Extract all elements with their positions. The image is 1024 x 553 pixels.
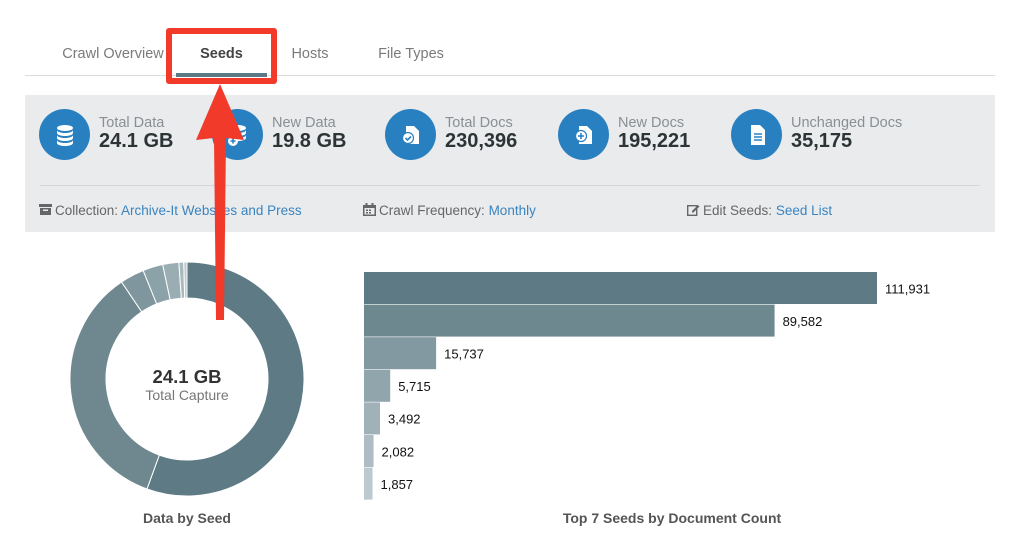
active-tab-indicator <box>176 73 267 77</box>
database-plus-icon <box>212 109 263 160</box>
edit-seeds-info: Edit Seeds: Seed List <box>686 203 832 218</box>
tab-seeds-label: Seeds <box>200 46 243 62</box>
document-check-icon <box>385 109 436 160</box>
stat-value: 19.8 GB <box>272 130 347 152</box>
edit-icon <box>686 205 700 217</box>
bar[interactable] <box>364 402 381 435</box>
bar[interactable] <box>364 435 374 467</box>
crawl-frequency-info: Crawl Frequency: Monthly <box>363 203 536 218</box>
archive-icon <box>39 204 52 215</box>
tab-seeds[interactable]: Seeds <box>176 33 267 77</box>
stat-value: 35,175 <box>791 130 853 152</box>
database-icon <box>39 109 90 160</box>
bar-value-label: 3,492 <box>388 412 421 427</box>
bar[interactable] <box>364 467 373 500</box>
calendar-icon <box>363 203 376 216</box>
bar[interactable] <box>364 369 391 402</box>
stat-value: 195,221 <box>618 130 691 152</box>
collection-label: Collection: <box>55 203 119 218</box>
stat-label: Total Docs <box>445 115 513 131</box>
bar-value-label: 15,737 <box>444 347 484 362</box>
donut-chart: 24.1 GB Total Capture <box>69 261 305 497</box>
bar[interactable] <box>364 272 877 304</box>
bar-value-label: 5,715 <box>398 379 431 394</box>
bar-value-label: 111,931 <box>885 281 930 296</box>
crawl-frequency-label: Crawl Frequency: <box>379 203 485 218</box>
bar-chart: 111,931 89,582 15,737 5,715 3,492 2,082 1,857 <box>364 272 1004 500</box>
tab-hosts[interactable]: Hosts <box>288 33 332 76</box>
stat-label: New Docs <box>618 115 685 131</box>
tab-bar: Crawl Overview Seeds Hosts File Types <box>25 33 995 77</box>
donut-center-value: 24.1 GB <box>152 366 222 387</box>
bar[interactable] <box>364 304 775 337</box>
donut-caption: Data by Seed <box>143 510 231 526</box>
donut-center-label: Total Capture <box>145 387 229 403</box>
stat-label: Unchanged Docs <box>791 115 903 131</box>
document-plus-icon <box>558 109 609 160</box>
bar-chart-svg: 111,931 89,582 15,737 5,715 3,492 2,082 1,857 <box>364 272 930 500</box>
stat-label: Total Data <box>99 115 165 131</box>
bar[interactable] <box>364 337 437 370</box>
crawl-frequency-link[interactable]: Monthly <box>489 203 536 218</box>
bar-chart-caption: Top 7 Seeds by Document Count <box>562 510 782 526</box>
tab-file-types[interactable]: File Types <box>377 33 445 76</box>
seed-list-link[interactable]: Seed List <box>776 203 832 218</box>
collection-info: Collection: Archive-It Websites and Pres… <box>39 203 302 218</box>
panel-divider <box>40 185 980 186</box>
document-lines-icon <box>731 109 782 160</box>
edit-seeds-label: Edit Seeds: <box>703 203 773 218</box>
collection-link[interactable]: Archive-It Websites and Press <box>121 203 302 218</box>
tab-crawl-overview[interactable]: Crawl Overview <box>50 33 176 76</box>
bar-value-label: 2,082 <box>382 444 415 459</box>
stat-value: 230,396 <box>445 130 518 152</box>
bar-value-label: 1,857 <box>381 477 414 492</box>
donut-slice[interactable] <box>183 261 188 299</box>
stat-value: 24.1 GB <box>99 130 174 152</box>
stat-label: New Data <box>272 115 336 131</box>
bar-value-label: 89,582 <box>783 314 823 329</box>
stats-panel: Total Data 24.1 GB New Data 19.8 GB Tota… <box>25 95 995 232</box>
